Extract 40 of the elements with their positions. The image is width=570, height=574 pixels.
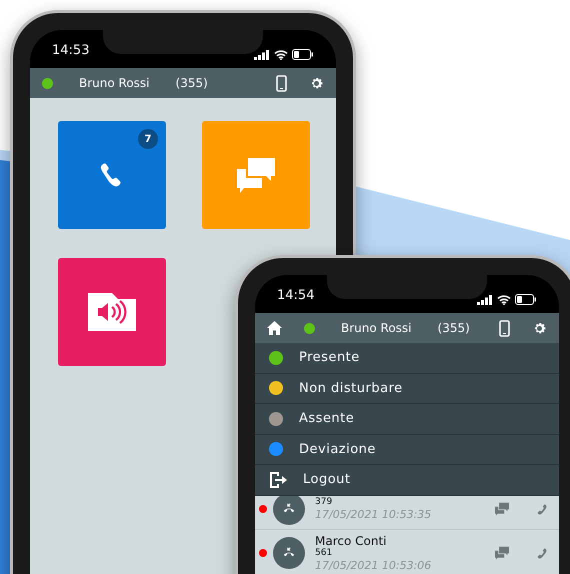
exit-door-icon <box>269 470 287 489</box>
status-time: 14:54 <box>277 286 314 304</box>
settings-icon[interactable] <box>309 76 324 90</box>
home-icon[interactable] <box>267 321 282 335</box>
voicemail-tile[interactable] <box>58 258 166 366</box>
menu-item[interactable]: Non disturbare <box>255 374 559 404</box>
caller-number: 561 <box>315 548 334 560</box>
mobile-phone-icon[interactable] <box>499 320 510 336</box>
chat-icon[interactable] <box>494 502 510 516</box>
extension-number: (355) <box>176 75 208 92</box>
settings-icon[interactable] <box>532 320 547 336</box>
call-avatar <box>273 493 305 525</box>
count-badge: 7 <box>138 129 158 149</box>
mobile-phone-icon[interactable] <box>276 74 287 92</box>
user-name: Bruno Rossi <box>341 320 412 337</box>
user-name: Bruno Rossi <box>79 75 150 92</box>
calls-tile[interactable]: 7 <box>58 121 166 229</box>
call-row[interactable]: Marco Conti 561 17/05/2021 10:53:06 <box>255 530 559 574</box>
menu-item[interactable]: Assente <box>255 404 559 434</box>
menu-item[interactable]: Presente <box>255 343 559 374</box>
menu-item[interactable]: Deviazione <box>255 434 559 465</box>
status-time: 14:53 <box>52 42 90 60</box>
chat-bubbles-icon <box>235 156 277 194</box>
signal-icon <box>477 294 493 304</box>
wifi-icon <box>497 294 511 304</box>
battery-icon <box>292 49 314 60</box>
wifi-icon <box>274 50 288 60</box>
signal-icon <box>254 50 270 60</box>
battery-icon <box>515 294 537 305</box>
call-avatar <box>273 537 305 570</box>
caller-number: 379 <box>315 497 334 508</box>
call-time: 17/05/2021 10:53:35 <box>315 508 432 521</box>
extension-number: (355) <box>438 320 470 337</box>
menu-item[interactable]: Logout <box>255 465 559 496</box>
call-time: 17/05/2021 10:53:06 <box>315 559 432 572</box>
caller-name: Marco Conti <box>315 534 388 548</box>
chat-tile[interactable] <box>202 121 310 229</box>
chat-icon[interactable] <box>494 546 510 560</box>
speaker-folder-icon <box>88 293 136 331</box>
call-row[interactable]: 379 17/05/2021 10:53:35 <box>255 489 559 530</box>
